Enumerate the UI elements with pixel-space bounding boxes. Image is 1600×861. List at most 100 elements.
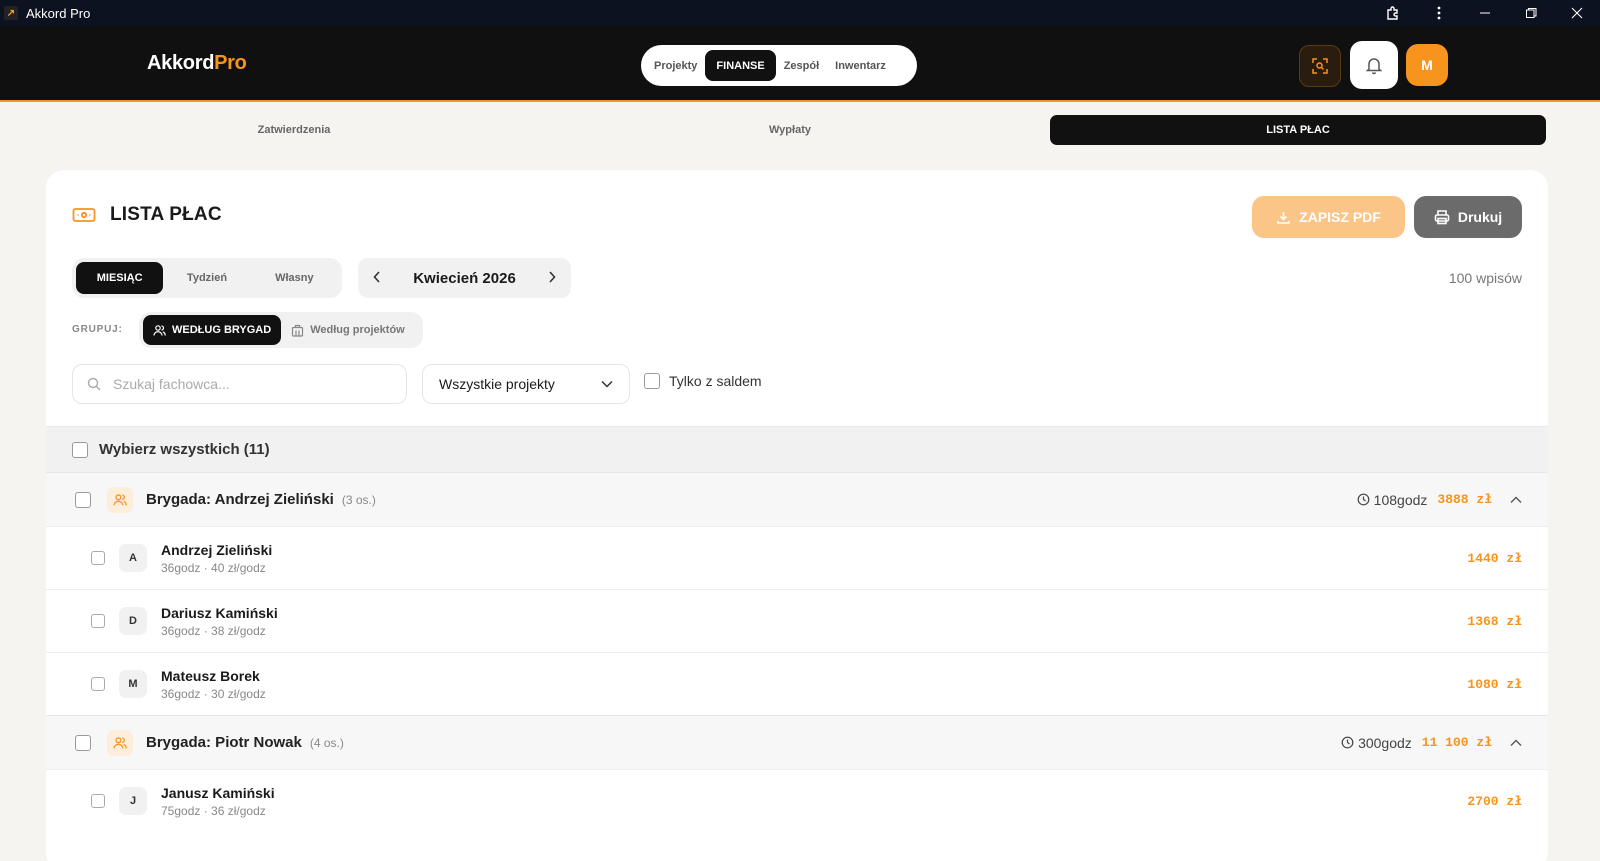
- clock-icon: [1341, 736, 1354, 749]
- prev-month-button[interactable]: [370, 270, 384, 286]
- brigade-icon: [107, 486, 133, 513]
- worker-detail: 36godz · 40 zł/godz: [161, 560, 266, 575]
- worker-row[interactable]: J Janusz Kamiński 75godz · 36 zł/godz 27…: [46, 769, 1548, 832]
- select-all-checkbox[interactable]: [72, 441, 88, 458]
- chevron-left-icon: [373, 270, 380, 283]
- worker-checkbox[interactable]: [91, 794, 105, 808]
- worker-row[interactable]: M Mateusz Borek 36godz · 30 zł/godz 1080…: [46, 652, 1548, 715]
- app-icon: ↗: [4, 6, 18, 20]
- card-header: LISTA PŁAC: [72, 204, 222, 226]
- brigade-row[interactable]: Brygada: Andrzej Zieliński (3 os.) 108go…: [46, 472, 1548, 526]
- brigade-checkbox[interactable]: [75, 491, 91, 508]
- worker-avatar: M: [119, 670, 147, 698]
- chevron-right-icon: [549, 270, 556, 283]
- group-by-brigades[interactable]: WEDŁUG BRYGAD: [143, 315, 282, 345]
- page-title: LISTA PŁAC: [110, 204, 222, 225]
- user-avatar[interactable]: M: [1406, 44, 1448, 86]
- brigade-count: (4 os.): [309, 735, 344, 750]
- worker-amount: 2700 zł: [1467, 793, 1522, 809]
- more-menu-icon[interactable]: [1416, 0, 1462, 26]
- worker-row[interactable]: D Dariusz Kamiński 36godz · 38 zł/godz 1…: [46, 589, 1548, 652]
- nav-inwentarz[interactable]: Inwentarz: [827, 50, 894, 81]
- group-label: GRUPUJ:: [72, 324, 123, 335]
- search-input[interactable]: [113, 376, 383, 392]
- brigade-name: Brygada: Piotr Nowak: [146, 734, 302, 751]
- nav-projekty[interactable]: Projekty: [646, 50, 705, 81]
- scan-icon: [1312, 58, 1328, 74]
- finance-subtabs: Zatwierdzenia Wypłaty LISTA PŁAC: [46, 112, 1546, 148]
- brigade-amount: 11 100 zł: [1421, 735, 1492, 750]
- nav-zespol[interactable]: Zespół: [776, 50, 827, 81]
- users-icon: [153, 324, 166, 336]
- money-icon: [72, 208, 96, 222]
- window-title: Akkord Pro: [26, 5, 91, 21]
- brigade-icon: [107, 729, 133, 756]
- worker-detail: 36godz · 38 zł/godz: [161, 623, 266, 638]
- chevron-up-icon[interactable]: [1510, 496, 1522, 504]
- current-month: Kwiecień 2026: [413, 269, 516, 287]
- select-all-row: Wybierz wszystkich (11): [46, 426, 1548, 472]
- worker-avatar: D: [119, 607, 147, 635]
- worker-checkbox[interactable]: [91, 551, 105, 565]
- brigade-count: (3 os.): [341, 492, 376, 507]
- tab-wyplaty[interactable]: Wypłaty: [542, 115, 1038, 145]
- payroll-card: LISTA PŁAC ZAPISZ PDF Drukuj MIESIĄC Tyd…: [46, 170, 1548, 861]
- printer-icon: [1434, 210, 1450, 225]
- worker-name: Mateusz Borek: [161, 667, 260, 684]
- brigade-amount: 3888 zł: [1437, 492, 1492, 507]
- nav-finanse[interactable]: FINANSE: [705, 50, 776, 81]
- minimize-icon[interactable]: [1462, 0, 1508, 26]
- worker-checkbox[interactable]: [91, 614, 105, 628]
- brigade-hours: 300godz: [1341, 735, 1412, 751]
- brigade-hours: 108godz: [1357, 492, 1427, 508]
- worker-detail: 75godz · 36 zł/godz: [161, 803, 266, 818]
- project-select-value: Wszystkie projekty: [439, 376, 555, 392]
- period-selector: MIESIĄC Tydzień Własny: [72, 258, 342, 298]
- download-icon: [1277, 211, 1290, 224]
- search-box: [72, 364, 407, 404]
- project-select[interactable]: Wszystkie projekty: [422, 364, 630, 404]
- period-month[interactable]: MIESIĄC: [76, 262, 164, 294]
- balance-label: Tylko z saldem: [669, 373, 762, 389]
- save-pdf-button[interactable]: ZAPISZ PDF: [1252, 196, 1405, 238]
- worker-name: Dariusz Kamiński: [161, 604, 278, 621]
- brigade-name: Brygada: Andrzej Zieliński: [146, 491, 334, 508]
- entries-count: 100 wpisów: [1448, 270, 1522, 286]
- chevron-up-icon[interactable]: [1510, 739, 1522, 747]
- balance-checkbox[interactable]: [644, 373, 660, 389]
- chevron-down-icon: [601, 380, 613, 388]
- extensions-icon[interactable]: [1370, 0, 1416, 26]
- worker-amount: 1440 zł: [1467, 550, 1522, 566]
- period-week[interactable]: Tydzień: [163, 262, 250, 294]
- worker-amount: 1368 zł: [1467, 613, 1522, 629]
- period-custom[interactable]: Własny: [251, 262, 338, 294]
- worker-avatar: J: [119, 787, 147, 815]
- restore-icon[interactable]: [1508, 0, 1554, 26]
- brigade-row[interactable]: Brygada: Piotr Nowak (4 os.) 300godz 11 …: [46, 715, 1548, 769]
- worker-amount: 1080 zł: [1467, 676, 1522, 692]
- worker-avatar: A: [119, 544, 147, 572]
- clock-icon: [1357, 493, 1370, 506]
- next-month-button[interactable]: [545, 270, 559, 286]
- building-icon: [292, 324, 304, 337]
- notifications-button[interactable]: [1350, 41, 1398, 89]
- worker-detail: 36godz · 30 zł/godz: [161, 686, 266, 701]
- bell-icon: [1365, 58, 1383, 75]
- worker-row[interactable]: A Andrzej Zieliński 36godz · 40 zł/godz …: [46, 526, 1548, 589]
- tab-lista-plac[interactable]: LISTA PŁAC: [1050, 115, 1546, 145]
- worker-checkbox[interactable]: [91, 677, 105, 691]
- brigade-checkbox[interactable]: [75, 734, 91, 751]
- worker-name: Janusz Kamiński: [161, 784, 275, 801]
- worker-name: Andrzej Zieliński: [161, 541, 273, 558]
- print-button[interactable]: Drukuj: [1414, 196, 1522, 238]
- window-title-bar: ↗ Akkord Pro: [0, 0, 1600, 26]
- tab-zatwierdzenia[interactable]: Zatwierdzenia: [46, 115, 542, 145]
- group-by-projects[interactable]: Według projektów: [281, 315, 415, 345]
- close-icon[interactable]: [1554, 0, 1600, 26]
- select-all-label: Wybierz wszystkich (11): [99, 441, 270, 458]
- group-selector: WEDŁUG BRYGAD Według projektów: [139, 312, 423, 348]
- app-logo[interactable]: AkkordPro: [147, 52, 247, 75]
- scan-button[interactable]: [1299, 45, 1341, 87]
- month-navigator: Kwiecień 2026: [358, 258, 571, 298]
- balance-filter[interactable]: Tylko z saldem: [644, 373, 762, 389]
